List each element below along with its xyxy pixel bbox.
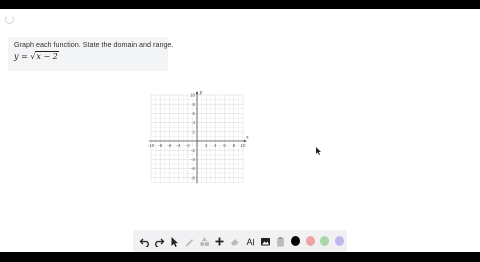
redo-icon	[155, 238, 165, 247]
color-swatch-1[interactable]	[290, 236, 301, 246]
shapes-button[interactable]	[197, 233, 212, 249]
coordinate-grid[interactable]: xy-10 -8 -6 -4 -2 2 4 6 8 10108642-2-4-6-8	[0, 9, 480, 252]
x-tick-label: -8	[158, 143, 162, 148]
color-swatch-2[interactable]	[305, 236, 315, 246]
y-tick-label: 10	[190, 93, 195, 98]
y-axis-arrow-icon	[195, 91, 199, 94]
x-tick-label: -10	[148, 143, 155, 148]
text-button[interactable]: A	[243, 233, 258, 249]
y-tick-label: -8	[191, 175, 195, 180]
svg-text:A: A	[246, 237, 252, 247]
x-tick-label: 10	[241, 143, 246, 148]
y-tick-label: -6	[191, 166, 195, 171]
y-tick-label: -4	[191, 157, 195, 162]
shapes-icon	[200, 236, 210, 246]
drawing-toolbar: A	[133, 230, 347, 252]
clipboard-button[interactable]	[273, 233, 288, 249]
pen-icon	[185, 238, 194, 247]
image-icon	[260, 237, 270, 245]
redo-button[interactable]	[152, 233, 167, 249]
x-tick-label: -4	[177, 143, 181, 148]
y-tick-label: -2	[191, 148, 195, 153]
x-tick-label: -2	[186, 143, 190, 148]
add-icon	[215, 237, 224, 245]
whiteboard-canvas[interactable]: Graph each function. State the domain an…	[0, 9, 480, 252]
color-swatch-3[interactable]	[320, 236, 330, 246]
pointer-button[interactable]	[167, 233, 182, 249]
y-axis-label: y	[199, 90, 203, 96]
x-axis-label: x	[246, 135, 249, 141]
eraser-button[interactable]	[228, 233, 243, 249]
x-tick-label: -6	[167, 143, 171, 148]
undo-button[interactable]	[137, 233, 152, 249]
add-button[interactable]	[213, 233, 228, 249]
image-button[interactable]	[258, 233, 273, 249]
pointer-icon	[171, 236, 179, 247]
pen-button[interactable]	[182, 233, 197, 249]
mouse-cursor-icon	[316, 147, 321, 155]
eraser-icon	[231, 238, 239, 245]
clipboard-icon	[276, 236, 284, 246]
color-swatch-4[interactable]	[335, 236, 345, 246]
text-icon: A	[246, 237, 254, 247]
undo-icon	[139, 238, 149, 247]
